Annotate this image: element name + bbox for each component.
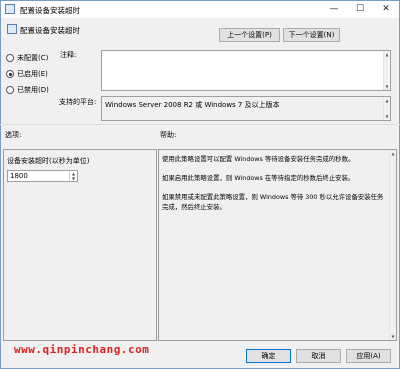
comment-label: 注释: — [60, 51, 77, 59]
scroll-down-icon[interactable]: ▼ — [384, 114, 390, 119]
help-paragraph: 如果启用此策略设置，则 Windows 在等待指定的秒数后终止安装。 — [162, 174, 355, 182]
options-panel: 设备安装超时(以秒为单位) 1800 ▲ ▼ — [3, 149, 157, 341]
scroll-up-icon[interactable]: ▲ — [390, 151, 396, 156]
apply-button[interactable]: 应用(A) — [346, 349, 391, 363]
supported-value: Windows Server 2008 R2 或 Windows 7 及以上版本 — [105, 101, 280, 109]
help-label: 帮助: — [160, 131, 177, 139]
radio-label: 未配置(C) — [17, 54, 49, 62]
spin-down-icon[interactable]: ▼ — [69, 176, 77, 181]
radio-enabled[interactable]: 已启用(E) — [6, 68, 48, 80]
timeout-spinbox[interactable]: 1800 ▲ ▼ — [7, 170, 78, 182]
maximize-icon[interactable]: ☐ — [347, 2, 373, 18]
radio-label: 已禁用(D) — [17, 86, 49, 94]
title-bar[interactable]: 配置设备安装超时 — ☐ ✕ — [1, 1, 399, 18]
radio-not-configured[interactable]: 未配置(C) — [6, 52, 48, 64]
help-text: 使用此策略设置可以配置 Windows 等待设备安装任务完成的秒数。 如果启用此… — [162, 154, 388, 221]
section-divider — [0, 124, 400, 125]
scroll-down-icon[interactable]: ▼ — [384, 84, 390, 89]
supported-label: 支持的平台: — [59, 98, 97, 106]
radio-label: 已启用(E) — [17, 70, 48, 78]
cancel-button[interactable]: 取消 — [296, 349, 341, 363]
help-paragraph: 使用此策略设置可以配置 Windows 等待设备安装任务完成的秒数。 — [162, 155, 355, 163]
comment-scrollbar[interactable]: ▲ ▼ — [383, 51, 389, 90]
radio-button[interactable] — [6, 86, 14, 94]
close-icon[interactable]: ✕ — [373, 2, 399, 18]
help-paragraph: 如果禁用或未配置此策略设置，则 Windows 等待 300 秒以允许设备安装任… — [162, 193, 384, 211]
scroll-up-icon[interactable]: ▲ — [384, 52, 390, 57]
radio-button[interactable] — [6, 70, 14, 78]
window-title: 配置设备安装超时 — [20, 6, 80, 15]
timeout-value[interactable]: 1800 — [10, 172, 28, 180]
header-title: 配置设备安装超时 — [20, 26, 80, 35]
help-panel: 使用此策略设置可以配置 Windows 等待设备安装任务完成的秒数。 如果启用此… — [158, 149, 397, 341]
supported-field: Windows Server 2008 R2 或 Windows 7 及以上版本… — [101, 96, 391, 121]
radio-disabled[interactable]: 已禁用(D) — [6, 84, 49, 96]
policy-icon — [5, 4, 15, 14]
radio-button[interactable] — [6, 54, 14, 62]
scroll-up-icon[interactable]: ▲ — [384, 98, 390, 103]
timeout-label: 设备安装超时(以秒为单位) — [7, 157, 90, 165]
next-setting-button[interactable]: 下一个设置(N) — [283, 28, 340, 42]
policy-icon — [7, 24, 17, 34]
ok-button[interactable]: 确定 — [246, 349, 291, 363]
minimize-icon[interactable]: — — [321, 2, 347, 18]
scroll-down-icon[interactable]: ▼ — [390, 334, 396, 339]
prev-setting-button[interactable]: 上一个设置(P) — [219, 28, 280, 42]
comment-field[interactable]: ▲ ▼ — [101, 50, 391, 91]
options-label: 选项: — [5, 131, 22, 139]
watermark: www.qinpinchang.com — [14, 343, 150, 356]
help-scrollbar[interactable]: ▲ ▼ — [389, 150, 395, 340]
supported-scrollbar[interactable]: ▲ ▼ — [383, 97, 389, 120]
